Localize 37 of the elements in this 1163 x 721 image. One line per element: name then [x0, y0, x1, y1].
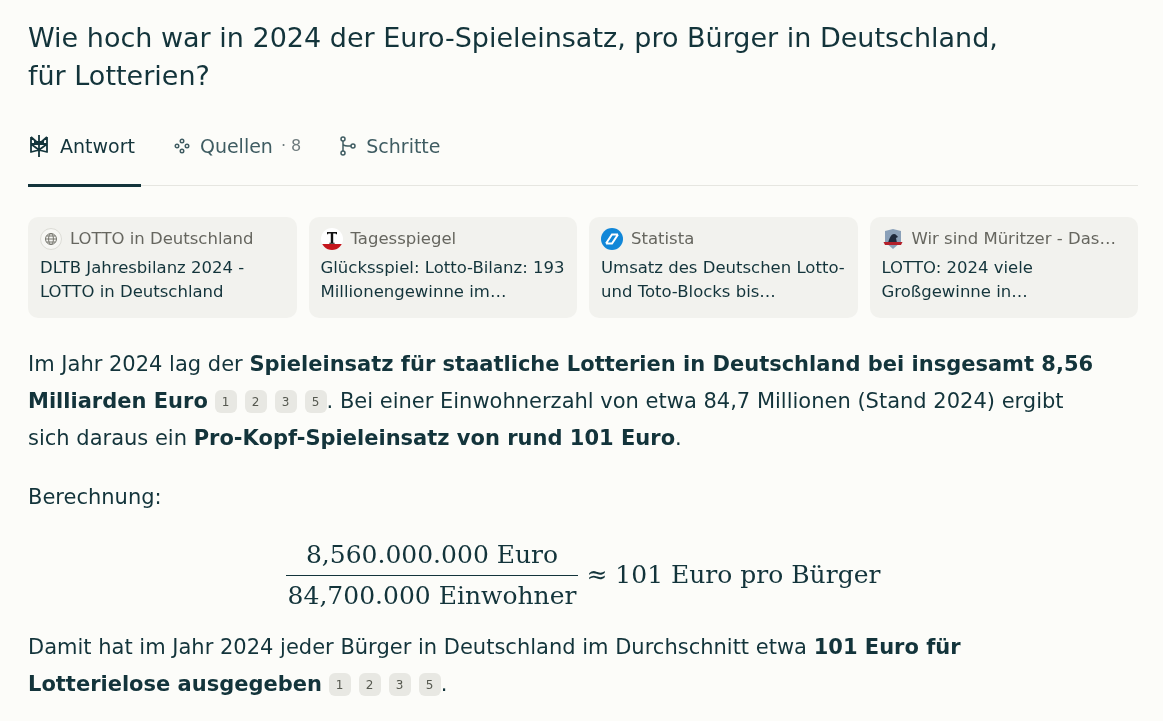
formula-numerator: 8,560.000.000 Euro [304, 538, 560, 571]
citation-link[interactable]: 1 [328, 673, 351, 696]
formula-result: ≈ 101 Euro pro Bürger [586, 559, 881, 592]
citation-link[interactable]: 2 [358, 673, 381, 696]
shield-logo-icon [881, 227, 904, 250]
question-title: Wie hoch war in 2024 der Euro-Spieleinsatz, pro Bürger in Deutschland, für Lotterien? [28, 21, 999, 93]
citation-link[interactable]: 5 [418, 673, 441, 696]
citation-link[interactable]: 3 [274, 390, 297, 413]
source-title: LOTTO: 2024 viele Großgewinne in… [881, 256, 1034, 303]
source-card[interactable]: LOTTO in Deutschland DLTB Jahresbilanz 2024 - LOTTO in Deutschland [28, 216, 297, 318]
source-title: DLTB Jahresbilanz 2024 - LOTTO in Deutschland [40, 256, 246, 303]
answer-paragraph: Damit hat im Jahr 2024 jeder Bürger in Deutschland im Durchschnitt etwa 101 Euro für Lotterielose ausgegeben 1 2 3 5 . [28, 633, 962, 698]
source-card[interactable]: Wir sind Müritzer - Das… LOTTO: 2024 viele Großgewinne in… [869, 216, 1138, 318]
source-site-name: LOTTO in Deutschland [70, 227, 254, 250]
steps-tab[interactable]: Schritte [340, 124, 447, 187]
sources-tab[interactable]: Quellen · 8 [173, 124, 308, 187]
dots-icon [173, 138, 190, 155]
citation-link[interactable]: 5 [304, 390, 327, 413]
source-title: Glücksspiel: Lotto-Bilanz: 193 Millionengewinne im… [320, 256, 565, 303]
logo-icon [601, 227, 623, 250]
globe-icon [40, 227, 62, 250]
answer-paragraph: Berechnung: [28, 483, 163, 511]
source-card[interactable]: Statista Umsatz des Deutschen Lotto- und Toto-Blocks bis… [589, 216, 858, 318]
formula-denominator: 84,700.000 Einwohner [285, 574, 579, 613]
source-title: Umsatz des Deutschen Lotto- und Toto-Blocks bis… [601, 256, 846, 303]
t-logo-icon [320, 227, 343, 250]
source-site-name: Tagesspiegel [350, 227, 457, 250]
answer-tab[interactable]: Antwort [28, 124, 141, 187]
branch-icon [340, 136, 357, 157]
citation-link[interactable]: 2 [244, 390, 267, 413]
citation-link[interactable]: 1 [214, 390, 237, 413]
source-card[interactable]: Tagesspiegel Glücksspiel: Lotto-Bilanz: 193 Millionengewinne im… [308, 216, 577, 318]
source-site-name: Wir sind Müritzer - Das… [911, 227, 1116, 250]
source-site-name: Statista [631, 227, 695, 250]
logo-icon [28, 134, 50, 159]
answer-paragraph: Im Jahr 2024 lag der Spieleinsatz für staatliche Lotterien in Deutschland bei insgesamt 8,56 Milliarden Euro 1 2 3 5 . Bei einer Einwohnerzahl von etwa 84,7 Millionen (Stand 2024) ergibt sich daraus ein Pro-Kopf-Spieleinsatz von rund 101 Euro. [28, 350, 1095, 452]
citation-link[interactable]: 3 [388, 673, 411, 696]
